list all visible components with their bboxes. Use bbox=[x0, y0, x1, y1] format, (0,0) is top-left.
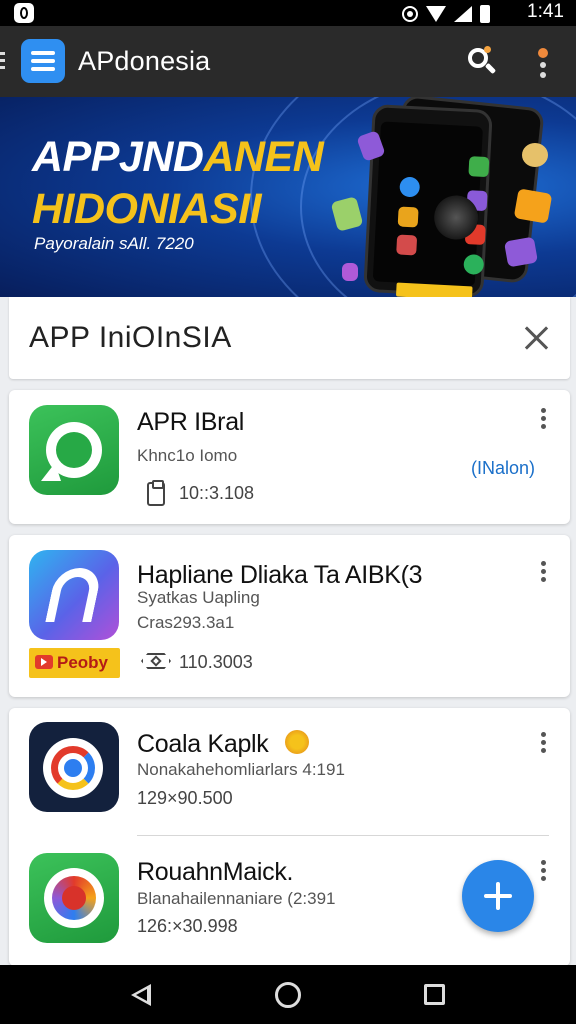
wifi-icon bbox=[426, 6, 446, 22]
app-bar: APdonesia bbox=[0, 26, 576, 97]
phone-illustration bbox=[363, 103, 493, 297]
home-icon[interactable] bbox=[275, 982, 301, 1008]
app-developer: Blanahailennaniare (2:391 bbox=[137, 889, 336, 908]
browser-app-icon bbox=[29, 722, 119, 812]
notification-icon bbox=[14, 3, 34, 23]
status-bar: 1:41 bbox=[0, 0, 576, 26]
floating-app-icon bbox=[503, 236, 539, 268]
app-size: 10::3.108 bbox=[179, 483, 255, 503]
promo-banner[interactable]: APPJNDANEN HIDONIASII Payoralain sAll. 7… bbox=[0, 97, 576, 297]
system-nav-bar bbox=[0, 965, 576, 1024]
app-size: 126:×30.998 bbox=[137, 916, 238, 936]
add-fab-button[interactable] bbox=[462, 860, 534, 932]
app-size: 110.3003 bbox=[179, 652, 253, 672]
banner-headline-2: HIDONIASII bbox=[32, 185, 262, 233]
app-name: Hapliane Dliaka Ta AIBK(3 bbox=[137, 561, 423, 589]
more-options-icon[interactable] bbox=[541, 860, 547, 884]
install-link[interactable]: (INalon) bbox=[471, 458, 535, 479]
tag-icon bbox=[141, 650, 171, 672]
location-icon bbox=[402, 6, 418, 22]
battery-icon bbox=[480, 5, 490, 23]
app-logo-icon bbox=[21, 39, 65, 83]
more-options-icon[interactable] bbox=[541, 561, 547, 585]
divider bbox=[137, 835, 549, 836]
badge-label: Peoby bbox=[57, 653, 109, 672]
star-badge-icon bbox=[285, 730, 309, 754]
banner-headline: APPJNDANEN bbox=[32, 133, 324, 181]
app-card[interactable]: Hapliane Dliaka Ta AIBK(3 Syatkas Uaplin… bbox=[9, 535, 570, 697]
app-card[interactable]: APR IBral Khnc1o Iomo 10::3.108 (INalon) bbox=[9, 390, 570, 524]
drawer-menu-icon[interactable] bbox=[0, 52, 6, 70]
floating-app-icon bbox=[513, 188, 553, 224]
app-name: Coala Kaplk bbox=[137, 730, 269, 758]
app-name: RouahnMaick. bbox=[137, 858, 294, 886]
play-icon bbox=[35, 655, 53, 669]
banner-subtitle: Payoralain sAll. 7220 bbox=[34, 234, 194, 253]
more-options-icon[interactable] bbox=[541, 408, 547, 432]
more-options-icon[interactable] bbox=[541, 732, 547, 756]
chat-app-icon bbox=[29, 405, 119, 495]
back-icon[interactable] bbox=[131, 984, 151, 1006]
section-title: APP IniOInSIA bbox=[29, 321, 232, 354]
overflow-menu-icon[interactable] bbox=[534, 46, 552, 80]
close-icon[interactable] bbox=[523, 325, 549, 351]
app-developer: Syatkas Uapling bbox=[137, 588, 260, 607]
app-size: 129×90.500 bbox=[137, 788, 233, 808]
status-time: 1:41 bbox=[527, 1, 564, 22]
clipboard-icon bbox=[147, 480, 165, 506]
search-icon[interactable] bbox=[464, 44, 500, 80]
editor-app-icon bbox=[29, 550, 119, 640]
promo-badge: Peoby bbox=[29, 648, 120, 678]
recent-apps-icon[interactable] bbox=[424, 984, 445, 1005]
app-developer: Khnc1o Iomo bbox=[137, 446, 238, 465]
app-title: APdonesia bbox=[78, 46, 211, 76]
camera-app-icon bbox=[29, 853, 119, 943]
app-category: Cras293.3a1 bbox=[137, 613, 235, 632]
app-developer: Nonakahehomliarlars 4:191 bbox=[137, 760, 345, 779]
floating-app-icon bbox=[522, 143, 548, 167]
floating-app-icon bbox=[342, 263, 358, 281]
app-name: APR IBral bbox=[137, 408, 245, 436]
section-header: APP IniOInSIA bbox=[9, 297, 570, 379]
signal-icon bbox=[454, 6, 472, 22]
